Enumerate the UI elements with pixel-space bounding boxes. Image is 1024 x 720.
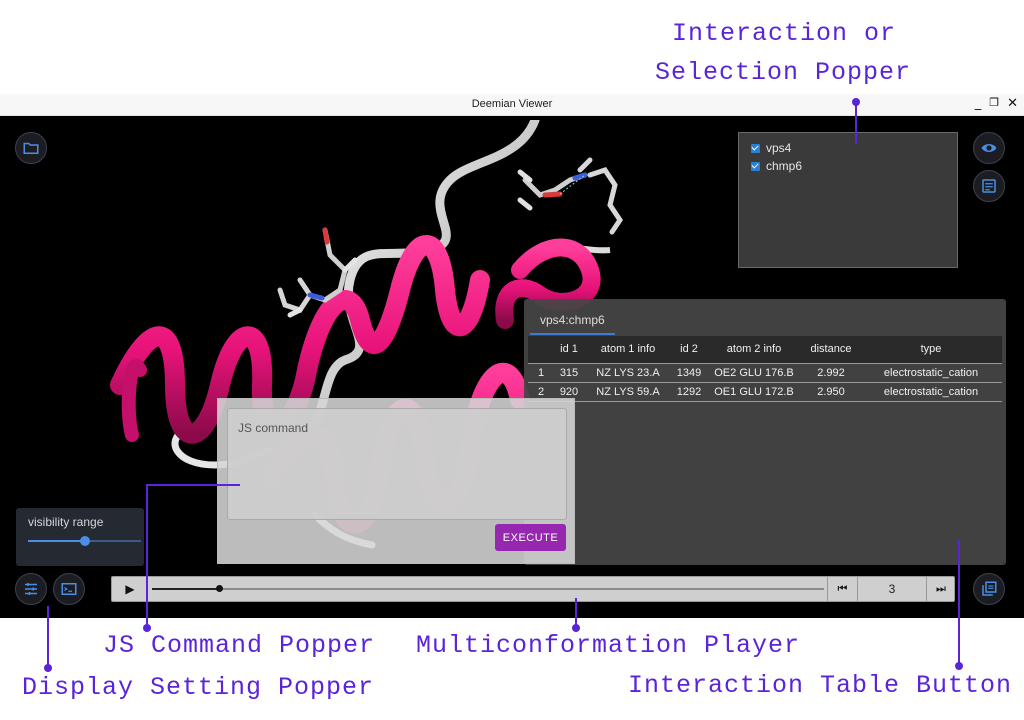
ligand-sticks xyxy=(517,157,624,235)
page: Interaction or Selection Popper JS Comma… xyxy=(0,0,1024,720)
table-cell: 1 xyxy=(528,363,554,383)
progress-fill xyxy=(152,588,220,590)
window-title: Deemian Viewer xyxy=(471,98,553,110)
column-header[interactable]: atom 1 info xyxy=(584,336,672,364)
close-button[interactable]: ✕ xyxy=(1007,96,1018,111)
viewer-window: Deemian Viewer _ ❐ ✕ vps4 chmp6 vps4:chm… xyxy=(0,94,1024,618)
annotation-dot xyxy=(143,624,151,632)
helix-ribbon xyxy=(121,359,147,442)
js-command-input[interactable] xyxy=(227,408,567,520)
annotation-pointer xyxy=(146,484,148,626)
annotation-dot xyxy=(572,624,580,632)
annotation-pointer xyxy=(146,484,240,486)
selection-item[interactable]: chmp6 xyxy=(751,157,945,175)
js-command-button[interactable] xyxy=(53,573,85,605)
column-header[interactable]: distance xyxy=(802,336,860,364)
tab-vps4-chmp6[interactable]: vps4:chmp6 xyxy=(530,307,615,335)
selection-item-label: chmp6 xyxy=(766,159,803,173)
slider-thumb[interactable] xyxy=(79,536,90,546)
annotation-pointer xyxy=(855,102,857,144)
folder-icon xyxy=(23,142,39,154)
display-settings-button[interactable] xyxy=(15,573,47,605)
annotation-display-setting-popper: Display Setting Popper xyxy=(22,673,375,702)
column-header[interactable]: type xyxy=(860,336,1002,364)
table-row[interactable]: 1 315 NZ LYS 23.A 1349 OE2 GLU 176.B 2.9… xyxy=(528,363,1002,383)
selection-popper: vps4 chmp6 xyxy=(738,132,958,268)
js-command-popper: EXECUTE xyxy=(217,398,575,564)
annotation-pointer xyxy=(575,598,577,626)
column-header xyxy=(528,336,554,364)
coil-strand xyxy=(295,120,540,445)
table-cell: electrostatic_cation xyxy=(860,382,1002,402)
annotation-selection-popper-line1: Interaction or xyxy=(672,19,897,48)
table-cell: OE1 GLU 172.B xyxy=(706,382,802,402)
table-row[interactable]: 2 920 NZ LYS 59.A 1292 OE1 GLU 172.B 2.9… xyxy=(528,382,1002,402)
selection-toggle-button[interactable] xyxy=(973,132,1005,164)
progress-thumb[interactable] xyxy=(216,585,224,592)
annotation-selection-popper-line2: Selection Popper xyxy=(655,58,912,87)
annotation-js-command-popper: JS Command Popper xyxy=(103,631,376,660)
minimize-button[interactable]: _ xyxy=(975,96,982,111)
annotation-pointer xyxy=(958,540,960,664)
interaction-table-toggle-button[interactable] xyxy=(973,170,1005,202)
display-setting-popper: visibility range xyxy=(16,508,144,566)
eye-icon xyxy=(981,144,997,152)
column-header[interactable]: atom 2 info xyxy=(706,336,802,364)
terminal-icon xyxy=(61,583,77,595)
restore-button[interactable]: ❐ xyxy=(989,96,999,111)
frame-number[interactable]: 3 xyxy=(857,577,927,601)
interaction-table-button[interactable] xyxy=(973,573,1005,605)
column-header[interactable]: id 1 xyxy=(554,336,584,364)
molecule-viewport[interactable]: vps4 chmp6 vps4:chmp6 id 1 atom 1 info i… xyxy=(0,120,1024,618)
selection-item-label: vps4 xyxy=(766,141,792,155)
execute-button[interactable]: EXECUTE xyxy=(495,524,566,551)
library-icon xyxy=(982,581,997,596)
checkbox-checked-icon[interactable] xyxy=(751,161,760,171)
visibility-range-label: visibility range xyxy=(28,515,104,529)
annotation-interaction-table-button: Interaction Table Button xyxy=(628,671,1013,700)
table-cell: electrostatic_cation xyxy=(860,363,1002,383)
title-bar: Deemian Viewer _ ❐ ✕ xyxy=(0,94,1024,116)
table-cell: 2.950 xyxy=(802,382,860,402)
table-cell: NZ LYS 59.A xyxy=(584,382,672,402)
checkbox-checked-icon[interactable] xyxy=(751,143,760,153)
table-cell: 1292 xyxy=(672,382,706,402)
annotation-pointer xyxy=(47,606,49,666)
multiconformation-player: ▶ ⏮ 3 ⏭ xyxy=(111,576,955,602)
table-cell: 315 xyxy=(554,363,584,383)
play-button[interactable]: ▶ xyxy=(112,577,148,601)
next-frame-button[interactable]: ⏭ xyxy=(927,577,955,601)
tune-icon xyxy=(25,583,37,595)
player-progress-bar[interactable] xyxy=(152,585,824,592)
table-cell: 2.992 xyxy=(802,363,860,383)
interaction-table: id 1 atom 1 info id 2 atom 2 info distan… xyxy=(528,336,1002,402)
table-header-row: id 1 atom 1 info id 2 atom 2 info distan… xyxy=(528,336,1002,364)
table-cell: NZ LYS 23.A xyxy=(584,363,672,383)
selection-item[interactable]: vps4 xyxy=(751,139,945,157)
visibility-range-slider[interactable] xyxy=(28,536,141,546)
annotation-multiconformation-player: Multiconformation Player xyxy=(416,631,801,660)
interaction-table-popper: vps4:chmp6 id 1 atom 1 info id 2 atom 2 … xyxy=(524,299,1006,565)
slider-fill xyxy=(28,540,85,542)
table-icon xyxy=(982,179,996,193)
annotation-dot xyxy=(44,664,52,672)
window-controls: _ ❐ ✕ xyxy=(975,96,1018,111)
previous-frame-button[interactable]: ⏮ xyxy=(827,577,857,601)
annotation-dot xyxy=(955,662,963,670)
table-cell: OE2 GLU 176.B xyxy=(706,363,802,383)
open-file-button[interactable] xyxy=(15,132,47,164)
table-cell: 1349 xyxy=(672,363,706,383)
column-header[interactable]: id 2 xyxy=(672,336,706,364)
